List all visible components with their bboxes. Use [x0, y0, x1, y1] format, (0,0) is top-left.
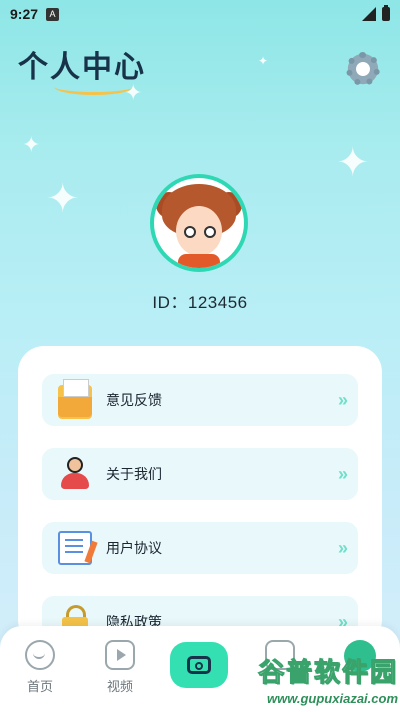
- menu-item-label: 关于我们: [106, 466, 162, 482]
- gear-icon[interactable]: [346, 52, 380, 86]
- status-icons: [362, 5, 390, 21]
- sparkle-icon: ✦: [336, 141, 370, 185]
- home-icon: [25, 640, 55, 670]
- sparkle-icon: ✦: [258, 54, 269, 68]
- menu-item-label: 意见反馈: [106, 392, 162, 408]
- menu-item-about[interactable]: 关于我们 »: [42, 448, 358, 500]
- support-person-icon: [58, 457, 92, 491]
- chevron-right-icon: »: [337, 389, 348, 410]
- avatar[interactable]: [150, 174, 248, 272]
- sparkle-icon: ✦: [46, 177, 80, 221]
- menu-item-feedback[interactable]: 意见反馈 »: [42, 374, 358, 426]
- battery-icon: [382, 5, 390, 21]
- document-icon: [58, 531, 92, 565]
- title-swoosh-decoration: [54, 78, 134, 95]
- nav-label: 首页: [26, 679, 53, 694]
- camera-add-button[interactable]: [170, 642, 228, 688]
- envelope-icon: [58, 379, 92, 419]
- notification-icon: A: [46, 7, 60, 21]
- user-id: ID：123456: [152, 293, 248, 312]
- mine-icon[interactable]: [344, 640, 376, 672]
- video-icon: [105, 640, 135, 670]
- status-time: 9:27: [10, 6, 39, 22]
- search-icon: [265, 640, 295, 670]
- chevron-right-icon: »: [337, 537, 348, 558]
- chevron-right-icon: »: [337, 463, 348, 484]
- avatar-image: [154, 178, 244, 268]
- camera-add-icon: [187, 656, 211, 674]
- menu-item-label: 用户协议: [106, 540, 162, 556]
- nav-home[interactable]: 首页: [10, 640, 70, 695]
- signal-icon: [362, 7, 376, 21]
- sparkle-icon: ✦: [22, 132, 41, 157]
- status-bar: 9:27 A: [0, 0, 400, 28]
- sparkle-icon: ✦: [124, 80, 143, 105]
- menu-card: 意见反馈 » 关于我们 » 用户协议 » 隐私政策 »: [18, 346, 382, 648]
- nav-search[interactable]: [250, 640, 310, 670]
- nav-video[interactable]: 视频: [90, 640, 150, 695]
- nav-label: 视频: [106, 679, 133, 694]
- menu-item-user-agreement[interactable]: 用户协议 »: [42, 522, 358, 574]
